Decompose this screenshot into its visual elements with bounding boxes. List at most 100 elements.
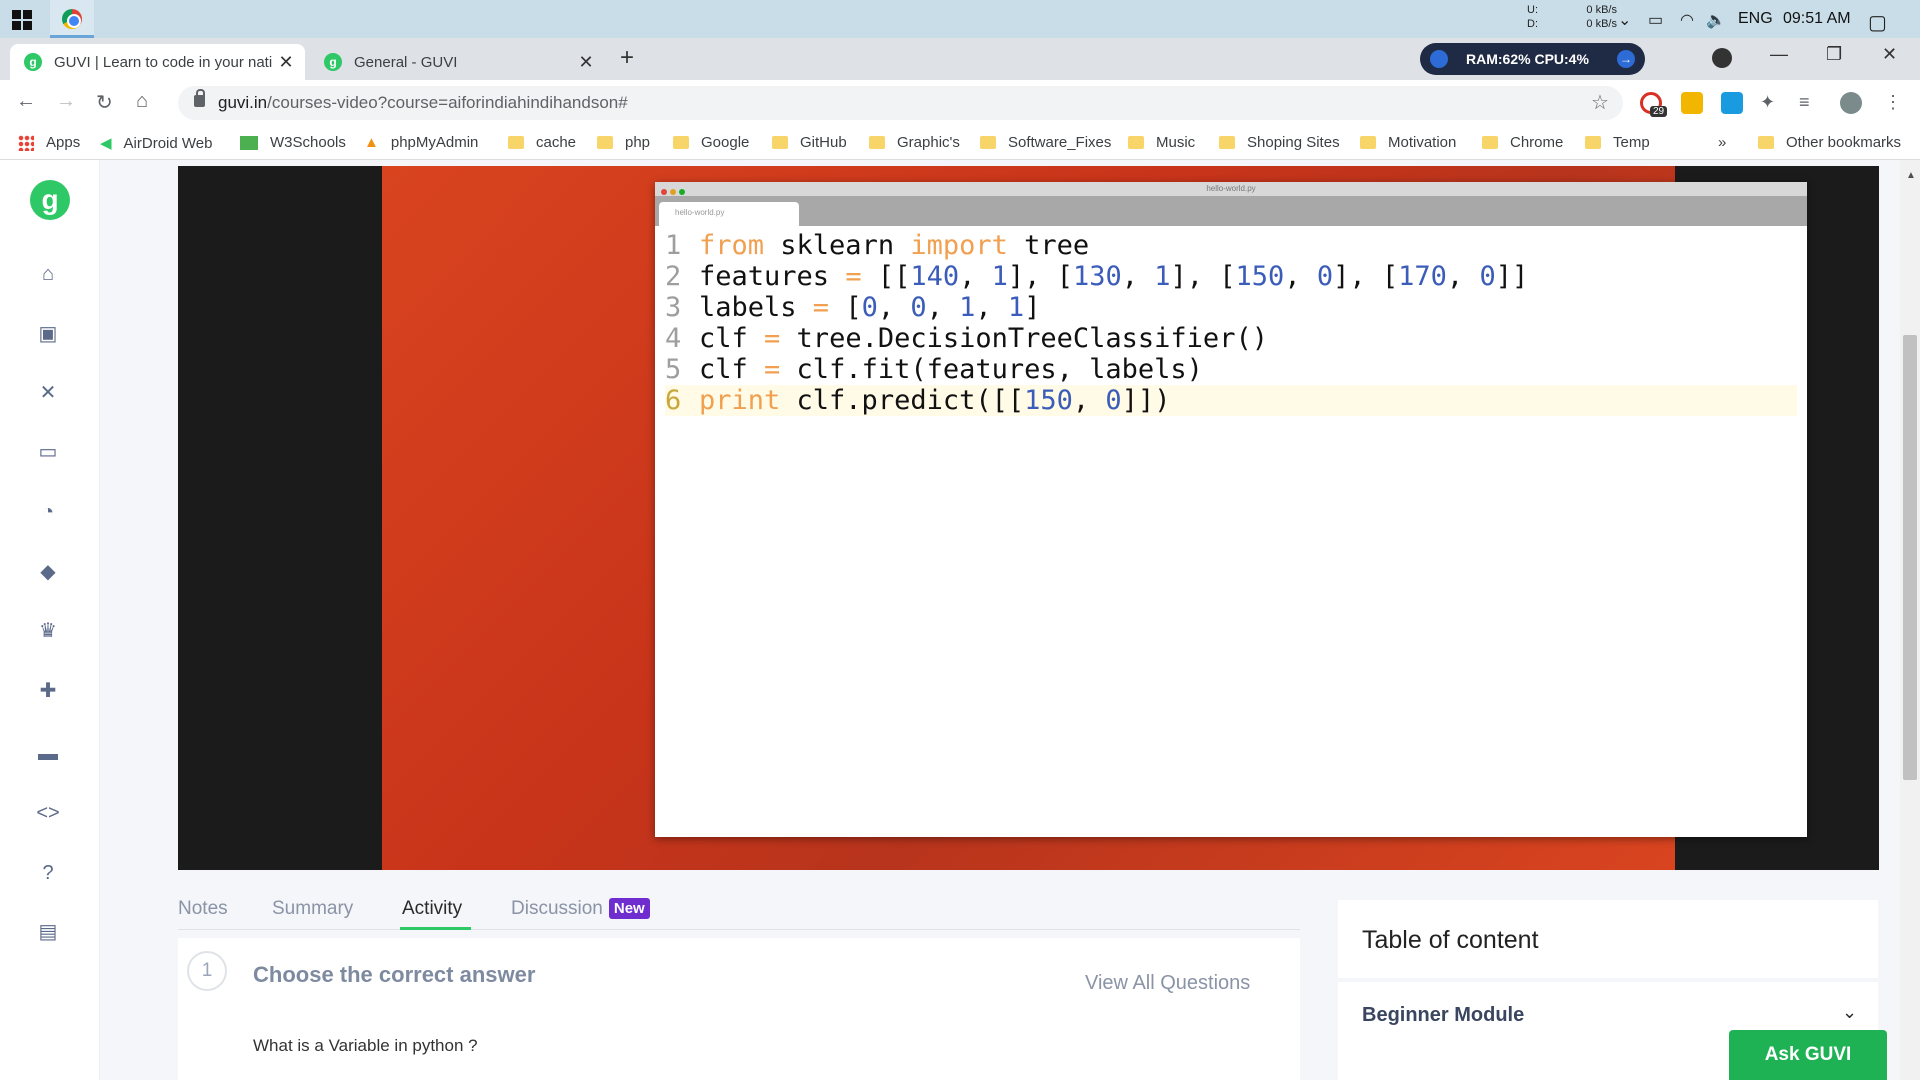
question-title: Choose the correct answer — [253, 962, 536, 987]
progress-icon[interactable]: ◔ — [36, 501, 60, 523]
bookmark-motivation[interactable]: Motivation — [1360, 134, 1456, 151]
volume-icon[interactable]: 🔈 — [1706, 10, 1726, 30]
guvi-logo[interactable]: g — [30, 180, 70, 220]
wifi-icon[interactable]: ◠ — [1680, 10, 1694, 30]
practice-icon[interactable]: ✕ — [36, 382, 60, 404]
chrome-taskbar-icon[interactable] — [50, 0, 94, 38]
tray-chevron-icon[interactable]: ⌄ — [1618, 10, 1631, 30]
gift-icon[interactable]: ✚ — [36, 680, 60, 702]
url-text[interactable]: guvi.in/courses-video?course=aiforindiah… — [218, 93, 628, 113]
system-clock[interactable]: 09:51 AM — [1783, 10, 1851, 28]
chevron-down-icon[interactable]: ⌄ — [1842, 1002, 1857, 1023]
briefcase-icon[interactable]: ▬ — [36, 743, 60, 765]
tab-title: General - GUVI — [354, 53, 458, 71]
notifications-icon[interactable]: ▢ — [1868, 10, 1887, 35]
tab-general-guvi[interactable]: g General - GUVI ✕ — [310, 44, 610, 80]
net-up-value: 0 kB/s — [1586, 4, 1617, 16]
page-content: g ⌂ ▣ ✕ ▭ ◔ ◆ ♛ ✚ ▬ <> ? ▤ hello-world.p… — [0, 160, 1920, 1088]
scroll-thumb[interactable] — [1903, 335, 1917, 780]
folder-icon — [1758, 136, 1774, 149]
airdroid-icon: ◀ — [100, 135, 112, 152]
mic-icon — [1430, 50, 1448, 68]
bookmark-apps[interactable]: Apps — [18, 134, 80, 151]
lock-icon[interactable] — [194, 89, 205, 107]
code-editor-window: hello-world.py hello-world.py 1 from skle… — [655, 182, 1807, 837]
folder-icon — [673, 136, 689, 149]
code-line-5: 5 clf = clf.fit(features, labels) — [665, 354, 1203, 385]
bookmark-graphics[interactable]: Graphic's — [869, 134, 960, 151]
view-all-questions-link[interactable]: View All Questions — [1085, 972, 1250, 995]
reload-icon[interactable]: ↻ — [96, 90, 113, 115]
home-icon[interactable]: ⌂ — [136, 90, 148, 113]
close-tab-icon[interactable]: ✕ — [274, 52, 298, 73]
code-body: 1 from sklearn import tree 2 features = [[… — [655, 226, 1807, 420]
scroll-up-icon[interactable]: ▲ — [1906, 170, 1916, 181]
close-tab-icon[interactable]: ✕ — [574, 52, 598, 73]
tab-notes[interactable]: Notes — [178, 898, 228, 920]
code-line-2: 2 features = [[140, 1], [130, 1], [150, 0… — [665, 261, 1529, 292]
bookmark-temp[interactable]: Temp — [1585, 134, 1650, 151]
folder-icon — [980, 136, 996, 149]
code-icon[interactable]: <> — [36, 802, 60, 824]
crown-icon[interactable]: ♛ — [36, 620, 60, 642]
tab-summary[interactable]: Summary — [272, 898, 353, 920]
tag-icon[interactable]: ◆ — [36, 561, 60, 583]
guvi-favicon-icon: g — [24, 53, 42, 71]
editor-title: hello-world.py — [1206, 184, 1256, 193]
bookmark-github[interactable]: GitHub — [772, 134, 847, 151]
avatar[interactable] — [1840, 92, 1862, 114]
bookmark-star-icon[interactable]: ☆ — [1591, 90, 1609, 115]
net-down-value: 0 kB/s — [1586, 18, 1617, 30]
bookmark-shoping-sites[interactable]: Shoping Sites — [1219, 134, 1340, 151]
arrow-right-icon: → — [1617, 50, 1635, 68]
folder-icon — [508, 136, 524, 149]
bookmark-google[interactable]: Google — [673, 134, 749, 151]
network-stats: U: 0 kB/s D: 0 kB/s — [1527, 3, 1617, 31]
minimize-icon[interactable]: — — [1770, 44, 1788, 65]
ram-cpu-widget[interactable]: RAM:62% CPU:4% → — [1420, 43, 1645, 75]
bookmark-cache[interactable]: cache — [508, 134, 576, 151]
editor-titlebar: hello-world.py — [655, 182, 1807, 196]
new-badge: New — [608, 898, 650, 920]
folder-icon — [869, 136, 885, 149]
home-icon[interactable]: ⌂ — [36, 263, 60, 285]
tab-discussion[interactable]: Discussion New — [511, 898, 650, 920]
ask-guvi-button[interactable]: Ask GUVI — [1729, 1030, 1887, 1080]
restore-icon[interactable]: ❐ — [1826, 44, 1842, 65]
question-text: What is a Variable in python ? — [253, 1036, 478, 1055]
video-library-icon[interactable]: ▣ — [36, 323, 60, 345]
video-player[interactable]: hello-world.py hello-world.py 1 from skle… — [178, 166, 1879, 870]
extension-icon[interactable] — [1721, 92, 1743, 114]
bookmark-php[interactable]: php — [597, 134, 650, 151]
windows-start-icon[interactable] — [12, 10, 32, 30]
guvi-favicon-icon: g — [324, 53, 342, 71]
laptop-icon[interactable]: ▭ — [36, 441, 60, 463]
bookmark-w3schools[interactable]: W3Schools — [240, 134, 346, 151]
new-tab-button[interactable]: + — [620, 44, 634, 72]
bookmark-airdroid[interactable]: ◀ AirDroid Web — [100, 134, 212, 153]
bookmark-phpmyadmin[interactable]: ▲ phpMyAdmin — [364, 134, 478, 151]
extension-icon[interactable] — [1681, 92, 1703, 114]
chat-icon[interactable]: ▤ — [36, 921, 60, 943]
bookmark-music[interactable]: Music — [1128, 134, 1195, 151]
help-icon[interactable]: ? — [36, 862, 60, 884]
w3schools-icon — [240, 135, 258, 150]
back-icon[interactable]: ← — [16, 90, 36, 113]
bookmarks-overflow[interactable]: » — [1718, 134, 1726, 151]
menu-dots-icon[interactable]: ⋮ — [1884, 92, 1906, 114]
tab-guvi-learn[interactable]: g GUVI | Learn to code in your nati ✕ — [10, 44, 305, 80]
media-icon[interactable]: ≡ — [1799, 92, 1821, 114]
battery-icon[interactable]: ▭ — [1648, 10, 1663, 30]
other-bookmarks[interactable]: Other bookmarks — [1758, 134, 1901, 151]
bookmark-software-fixes[interactable]: Software_Fixes — [980, 134, 1111, 151]
profile-dropdown-icon[interactable] — [1712, 48, 1732, 68]
net-down-label: D: — [1527, 18, 1538, 30]
page-scrollbar[interactable]: ▲ — [1900, 160, 1920, 1080]
language-indicator[interactable]: ENG — [1738, 10, 1773, 28]
forward-icon[interactable]: → — [56, 90, 76, 113]
bookmark-chrome[interactable]: Chrome — [1482, 134, 1563, 151]
tab-activity[interactable]: Activity — [402, 898, 462, 920]
puzzle-icon[interactable]: ✦ — [1760, 92, 1782, 114]
close-window-icon[interactable]: ✕ — [1882, 44, 1897, 65]
phpmyadmin-icon: ▲ — [364, 134, 379, 151]
